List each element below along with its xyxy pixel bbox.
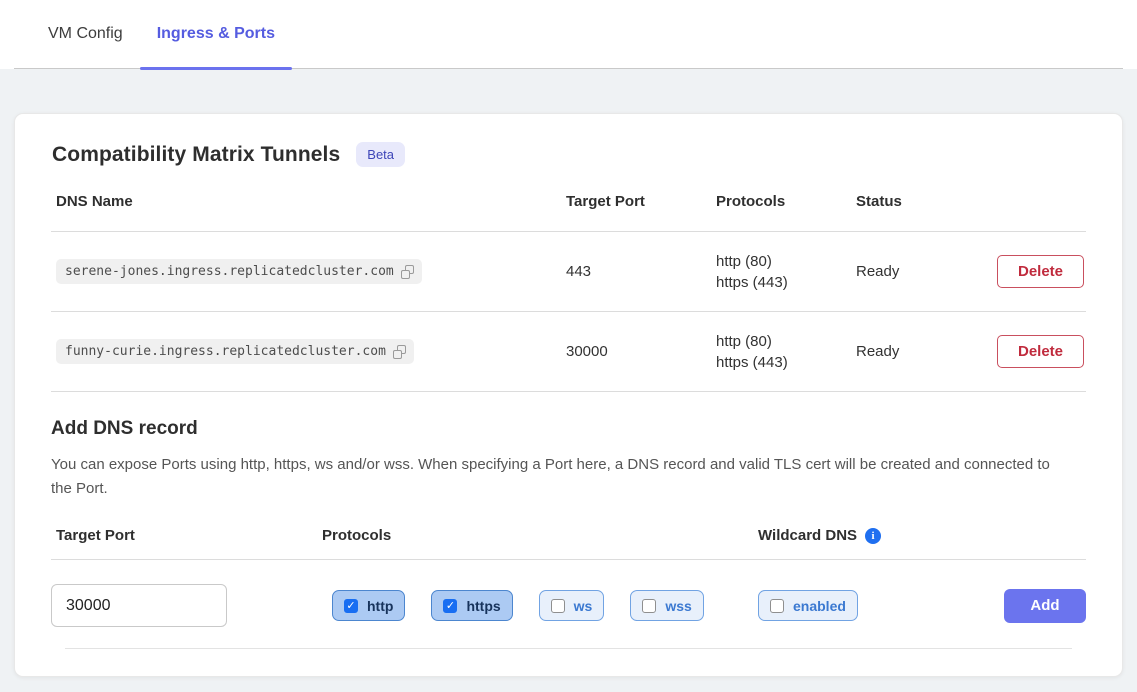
- target-port-value: 30000: [566, 343, 716, 360]
- target-port-value: 443: [566, 263, 716, 280]
- checkbox-icon: [443, 599, 457, 613]
- checkbox-label: http: [367, 598, 393, 614]
- card-bottom-divider: [65, 648, 1072, 649]
- protocols-value: http (80) https (443): [716, 331, 856, 373]
- checkbox-icon: [344, 599, 358, 613]
- checkbox-label: enabled: [793, 598, 846, 614]
- form-header-target-port: Target Port: [51, 527, 322, 544]
- dns-name-text: serene-jones.ingress.replicatedcluster.c…: [65, 264, 394, 279]
- form-header-protocols: Protocols: [322, 527, 758, 544]
- tunnels-table-header: DNS Name Target Port Protocols Status: [51, 167, 1086, 231]
- form-row: http https ws wss enabled Add: [51, 584, 1086, 627]
- table-bottom-divider: [51, 391, 1086, 392]
- col-header-protocols: Protocols: [716, 193, 856, 210]
- checkbox-icon: [642, 599, 656, 613]
- dns-name-pill: serene-jones.ingress.replicatedcluster.c…: [56, 259, 422, 284]
- info-icon[interactable]: i: [865, 528, 881, 544]
- delete-button[interactable]: Delete: [997, 255, 1084, 288]
- target-port-input[interactable]: [51, 584, 227, 627]
- table-row: serene-jones.ingress.replicatedcluster.c…: [51, 231, 1086, 311]
- checkbox-label: ws: [574, 598, 593, 614]
- checkbox-icon: [770, 599, 784, 613]
- tunnels-card: Compatibility Matrix Tunnels Beta DNS Na…: [14, 113, 1123, 677]
- protocol-checkbox-http[interactable]: http: [332, 590, 405, 621]
- tab-bar: VM Config Ingress & Ports: [0, 0, 1137, 69]
- status-value: Ready: [856, 343, 997, 360]
- form-header-wildcard-dns: Wildcard DNS: [758, 527, 857, 544]
- col-header-target-port: Target Port: [566, 193, 716, 210]
- wildcard-enabled-checkbox[interactable]: enabled: [758, 590, 858, 621]
- checkbox-label: https: [466, 598, 500, 614]
- protocol-checkbox-group: http https ws wss: [322, 590, 758, 621]
- copy-icon[interactable]: [393, 345, 406, 359]
- protocol-checkbox-wss[interactable]: wss: [630, 590, 703, 621]
- checkbox-icon: [551, 599, 565, 613]
- delete-button[interactable]: Delete: [997, 335, 1084, 368]
- dns-name-text: funny-curie.ingress.replicatedcluster.co…: [65, 344, 386, 359]
- col-header-status: Status: [856, 193, 997, 210]
- tab-ingress-ports[interactable]: Ingress & Ports: [140, 0, 292, 68]
- add-dns-record-description: You can expose Ports using http, https, …: [51, 453, 1061, 501]
- status-value: Ready: [856, 263, 997, 280]
- add-button[interactable]: Add: [1004, 589, 1086, 623]
- tab-vm-config[interactable]: VM Config: [31, 0, 140, 68]
- protocols-value: http (80) https (443): [716, 251, 856, 293]
- beta-badge: Beta: [356, 142, 405, 167]
- dns-name-pill: funny-curie.ingress.replicatedcluster.co…: [56, 339, 414, 364]
- col-header-dns-name: DNS Name: [51, 193, 566, 210]
- protocol-checkbox-https[interactable]: https: [431, 590, 512, 621]
- checkbox-label: wss: [665, 598, 691, 614]
- protocol-checkbox-ws[interactable]: ws: [539, 590, 605, 621]
- form-header-row: Target Port Protocols Wildcard DNS i: [51, 527, 1086, 560]
- add-dns-record-title: Add DNS record: [51, 418, 1086, 440]
- copy-icon[interactable]: [401, 265, 414, 279]
- table-row: funny-curie.ingress.replicatedcluster.co…: [51, 311, 1086, 391]
- card-title: Compatibility Matrix Tunnels: [52, 143, 340, 167]
